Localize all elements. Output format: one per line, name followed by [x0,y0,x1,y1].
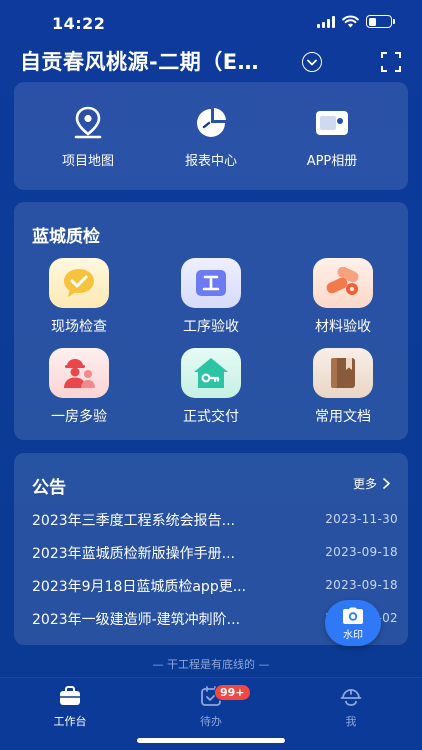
cellular-signal-icon [317,15,335,28]
common-documents-tile [313,348,373,398]
watermark-camera-button[interactable]: 水印 [325,600,381,646]
more-link-label: 更多 [352,477,377,491]
project-title[interactable]: 自贡春风桃源-二期（E… [20,46,259,76]
grid-item-label: 现场检查 [51,319,107,335]
grid-item-label: 一房多验 [51,409,107,425]
helmet-icon [340,689,362,706]
status-icons [317,15,395,28]
section-title: 蓝城质检 [32,227,100,247]
watermark-label: 水印 [343,630,363,641]
pie-chart-icon [197,108,226,137]
announcement-date: 2023-09-18 [325,545,398,559]
grid-item-label: 正式交付 [183,409,239,425]
quick-link-app-album[interactable]: APP相册 [272,104,392,169]
fullscreen-scan-icon[interactable] [381,52,401,72]
tab-label: 工作台 [53,715,87,728]
announcement-row[interactable]: 2023年三季度工程系统会报告... 2023-11-30 [32,510,398,530]
quick-link-label: 项目地图 [61,154,114,169]
official-delivery-tile [181,348,241,398]
announcement-row[interactable]: 2023年蓝城质检新版操作手册... 2023-09-18 [32,543,398,563]
grid-item-multi-room-inspection[interactable]: 一房多验 [29,348,129,426]
status-bar: 14:22 [0,0,422,44]
site-check-tile [49,258,109,308]
grid-item-site-check[interactable]: 现场检查 [29,258,129,336]
todo-count-badge: 99+ [214,684,251,701]
tab-todo[interactable]: 待办 99+ [171,684,251,729]
map-pin-icon [74,106,102,139]
quality-inspection-card: 蓝城质检 现场检查 工序验收 材料验收 一房多验 正式交付 常用文档 [14,202,408,440]
battery-icon [366,15,395,28]
tab-me[interactable]: 我 [311,686,391,729]
chevron-right-icon [383,478,390,489]
material-acceptance-tile [313,258,373,308]
chevron-down-icon [307,59,317,65]
announcement-date: 2023-11-30 [325,512,398,526]
status-time: 14:22 [52,14,106,33]
announcement-title: 2023年一级建造师-建筑冲刺阶... [32,612,241,628]
grid-item-label: 工序验收 [183,319,239,335]
quick-link-project-map[interactable]: 项目地图 [28,104,148,169]
tab-label: 待办 [200,715,222,728]
tab-label: 我 [345,715,357,728]
section-title: 公告 [32,478,66,498]
grid-item-label: 常用文档 [315,409,371,425]
grid-item-material-acceptance[interactable]: 材料验收 [293,258,393,336]
quick-link-report-center[interactable]: 报表中心 [151,104,271,169]
house-key-icon [194,358,228,388]
camera-icon [343,607,363,624]
quick-link-label: 报表中心 [184,154,237,169]
grid-item-common-documents[interactable]: 常用文档 [293,348,393,426]
announcement-title: 2023年蓝城质检新版操作手册... [32,546,235,562]
briefcase-icon [60,686,80,705]
grid-item-label: 材料验收 [315,319,371,335]
announcement-title: 2023年9月18日蓝城质检app更... [32,579,247,595]
home-indicator [137,738,285,743]
multi-room-inspection-tile [49,348,109,398]
materials-icon [326,267,359,295]
inspector-icon [64,359,95,388]
header: 自贡春风桃源-二期（E… [0,44,422,80]
more-link[interactable]: 更多 [353,475,390,492]
quick-link-label: APP相册 [306,154,358,169]
project-switch-button[interactable] [302,52,322,72]
chat-check-icon [64,269,94,297]
book-icon [331,358,355,388]
album-icon [316,111,348,135]
slogan: — 干工程是有底线的 — [152,658,270,671]
process-acceptance-tile [181,258,241,308]
grid-item-process-acceptance[interactable]: 工序验收 [161,258,261,336]
wifi-icon [342,15,359,28]
grid-item-official-delivery[interactable]: 正式交付 [161,348,261,426]
announcement-row[interactable]: 2023年9月18日蓝城质检app更... 2023-09-18 [32,576,398,596]
tab-workbench[interactable]: 工作台 [30,686,110,729]
announcement-title: 2023年三季度工程系统会报告... [32,513,235,529]
quick-links-card: 项目地图 报表中心 APP相册 [14,82,408,190]
announcement-date: 2023-09-18 [325,578,398,592]
process-icon [196,270,226,296]
